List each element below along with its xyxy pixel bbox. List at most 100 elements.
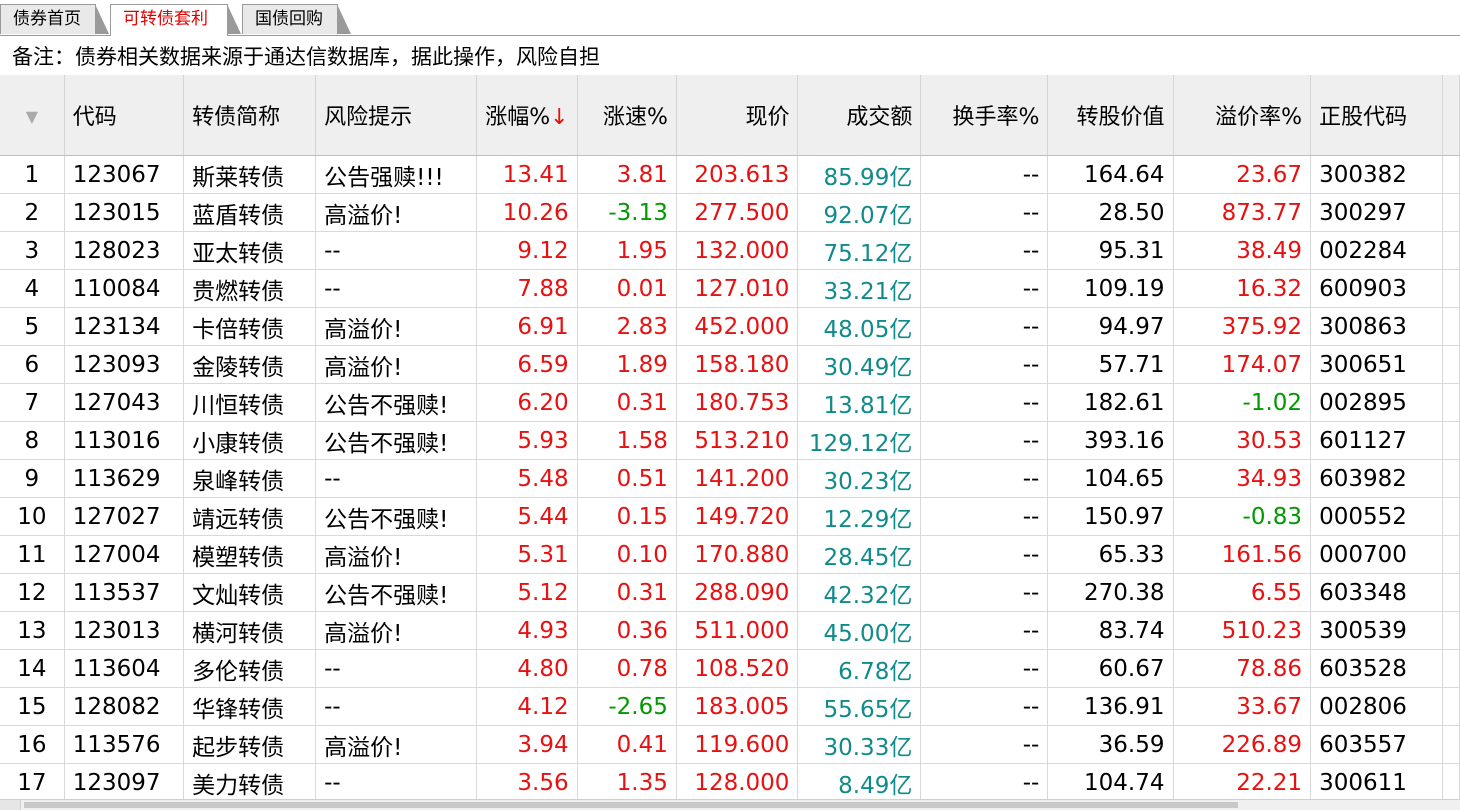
cell-stock-code: 600903 xyxy=(1310,269,1443,308)
tab-treasury-repo[interactable]: 国债回购 xyxy=(242,4,351,34)
table-row[interactable]: 8 113016 小康转债 公告不强赎! 5.93 1.58 513.210 129.12亿 -… xyxy=(0,421,1460,460)
header-change[interactable]: 涨幅%↓ xyxy=(476,75,578,156)
cell-index: 8 xyxy=(0,421,65,460)
cell-name: 横河转债 xyxy=(183,611,317,650)
cell-premium: 161.56 xyxy=(1173,535,1312,574)
header-name[interactable]: 转债简称 xyxy=(183,75,317,156)
cell-overflow xyxy=(1442,307,1460,346)
header-code[interactable]: 代码 xyxy=(64,75,185,156)
cell-change: 10.26 xyxy=(476,193,578,232)
header-risk[interactable]: 风险提示 xyxy=(315,75,478,156)
cell-name: 小康转债 xyxy=(183,421,317,460)
cell-code: 113576 xyxy=(64,725,185,764)
cell-overflow xyxy=(1442,193,1460,232)
table-row[interactable]: 15 128082 华锋转债 -- 4.12 -2.65 183.005 55.65亿 -- 13… xyxy=(0,687,1460,726)
cell-overflow xyxy=(1442,459,1460,498)
cell-turnover: -- xyxy=(920,611,1049,650)
cell-price: 180.753 xyxy=(676,383,799,422)
header-index[interactable]: ▼ xyxy=(0,75,65,156)
tab-label: 国债回购 xyxy=(255,9,323,29)
cell-amount: 85.99亿 xyxy=(797,155,922,194)
table-row[interactable]: 9 113629 泉峰转债 -- 5.48 0.51 141.200 30.23亿 -- 104.… xyxy=(0,459,1460,498)
cell-price: 127.010 xyxy=(676,269,799,308)
cell-code: 127004 xyxy=(64,535,185,574)
cell-price: 170.880 xyxy=(676,535,799,574)
cell-overflow xyxy=(1442,573,1460,612)
header-price[interactable]: 现价 xyxy=(676,75,799,156)
cell-name: 华锋转债 xyxy=(183,687,317,726)
cell-speed: 0.78 xyxy=(577,649,677,688)
cell-premium: 873.77 xyxy=(1173,193,1312,232)
cell-code: 123067 xyxy=(64,155,185,194)
cell-overflow xyxy=(1442,345,1460,384)
table-row[interactable]: 7 127043 川恒转债 公告不强赎! 6.20 0.31 180.753 13.81亿 --… xyxy=(0,383,1460,422)
cell-name: 靖远转债 xyxy=(183,497,317,536)
table-row[interactable]: 16 113576 起步转债 高溢价! 3.94 0.41 119.600 30.33亿 -- 3… xyxy=(0,725,1460,764)
header-conv-value[interactable]: 转股价值 xyxy=(1047,75,1174,156)
cell-name: 多伦转债 xyxy=(183,649,317,688)
cell-turnover: -- xyxy=(920,231,1049,270)
cell-premium: 375.92 xyxy=(1173,307,1312,346)
cell-amount: 28.45亿 xyxy=(797,535,922,574)
cell-speed: 1.95 xyxy=(577,231,677,270)
table-row[interactable]: 6 123093 金陵转债 高溢价! 6.59 1.89 158.180 30.49亿 -- 57… xyxy=(0,345,1460,384)
table-row[interactable]: 12 113537 文灿转债 公告不强赎! 5.12 0.31 288.090 42.32亿 -… xyxy=(0,573,1460,612)
header-premium[interactable]: 溢价率% xyxy=(1173,75,1312,156)
cell-price: 511.000 xyxy=(676,611,799,650)
cell-turnover: -- xyxy=(920,497,1049,536)
table-row[interactable]: 3 128023 亚太转债 -- 9.12 1.95 132.000 75.12亿 -- 95.3… xyxy=(0,231,1460,270)
cell-risk: 公告不强赎! xyxy=(315,497,478,536)
table-row[interactable]: 14 113604 多伦转债 -- 4.80 0.78 108.520 6.78亿 -- 60.6… xyxy=(0,649,1460,688)
cell-index: 6 xyxy=(0,345,65,384)
table-row[interactable]: 13 123013 横河转债 高溢价! 4.93 0.36 511.000 45.00亿 -- 8… xyxy=(0,611,1460,650)
header-turnover[interactable]: 换手率% xyxy=(920,75,1049,156)
sort-desc-icon: ↓ xyxy=(550,105,569,130)
table-row[interactable]: 11 127004 模塑转债 高溢价! 5.31 0.10 170.880 28.45亿 -- 6… xyxy=(0,535,1460,574)
cell-index: 3 xyxy=(0,231,65,270)
table-row[interactable]: 17 123097 美力转债 -- 3.56 1.35 128.000 8.49亿 -- 104.… xyxy=(0,763,1460,799)
cell-risk: -- xyxy=(315,231,478,270)
table-row[interactable]: 4 110084 贵燃转债 -- 7.88 0.01 127.010 33.21亿 -- 109.… xyxy=(0,269,1460,308)
cell-price: 149.720 xyxy=(676,497,799,536)
cell-conv-value: 95.31 xyxy=(1047,231,1174,270)
table-row[interactable]: 2 123015 蓝盾转债 高溢价! 10.26 -3.13 277.500 92.07亿 --… xyxy=(0,193,1460,232)
cell-turnover: -- xyxy=(920,193,1049,232)
cell-premium: 6.55 xyxy=(1173,573,1312,612)
tab-convertible-arbitrage[interactable]: 可转债套利 xyxy=(110,4,241,36)
cell-premium: 22.21 xyxy=(1173,763,1312,799)
table-row[interactable]: 10 127027 靖远转债 公告不强赎! 5.44 0.15 149.720 12.29亿 -… xyxy=(0,497,1460,536)
scrollbar-thumb[interactable] xyxy=(24,802,1238,808)
table-row[interactable]: 5 123134 卡倍转债 高溢价! 6.91 2.83 452.000 48.05亿 -- 94… xyxy=(0,307,1460,346)
cell-amount: 129.12亿 xyxy=(797,421,922,460)
cell-change: 3.94 xyxy=(476,725,578,764)
cell-amount: 30.49亿 xyxy=(797,345,922,384)
cell-index: 10 xyxy=(0,497,65,536)
cell-stock-code: 603348 xyxy=(1310,573,1443,612)
header-stock-code[interactable]: 正股代码 xyxy=(1310,75,1443,156)
cell-change: 7.88 xyxy=(476,269,578,308)
table-row[interactable]: 1 123067 斯莱转债 公告强赎!!! 13.41 3.81 203.613 85.99亿… xyxy=(0,155,1460,194)
cell-conv-value: 182.61 xyxy=(1047,383,1174,422)
cell-change: 5.93 xyxy=(476,421,578,460)
cell-premium: 78.86 xyxy=(1173,649,1312,688)
cell-index: 9 xyxy=(0,459,65,498)
cell-price: 513.210 xyxy=(676,421,799,460)
cell-conv-value: 83.74 xyxy=(1047,611,1174,650)
header-amount[interactable]: 成交额 xyxy=(797,75,922,156)
cell-risk: 公告不强赎! xyxy=(315,383,478,422)
cell-stock-code: 603557 xyxy=(1310,725,1443,764)
horizontal-scrollbar[interactable] xyxy=(0,799,1460,810)
header-speed[interactable]: 涨速% xyxy=(577,75,677,156)
tab-label: 债券首页 xyxy=(13,9,81,29)
cell-speed: 0.36 xyxy=(577,611,677,650)
cell-turnover: -- xyxy=(920,383,1049,422)
cell-index: 5 xyxy=(0,307,65,346)
bond-table: ▼ 代码 转债简称 风险提示 涨幅%↓ 涨速% 现价 成交额 换手率% 转股价值… xyxy=(0,75,1460,799)
tab-bond-home[interactable]: 债券首页 xyxy=(0,4,109,34)
cell-amount: 75.12亿 xyxy=(797,231,922,270)
header-change-label: 涨幅% xyxy=(485,105,551,130)
cell-index: 4 xyxy=(0,269,65,308)
tab-bar: 债券首页 可转债套利 国债回购 xyxy=(0,0,1460,36)
caret-down-icon: ▼ xyxy=(25,106,39,126)
cell-premium: 16.32 xyxy=(1173,269,1312,308)
